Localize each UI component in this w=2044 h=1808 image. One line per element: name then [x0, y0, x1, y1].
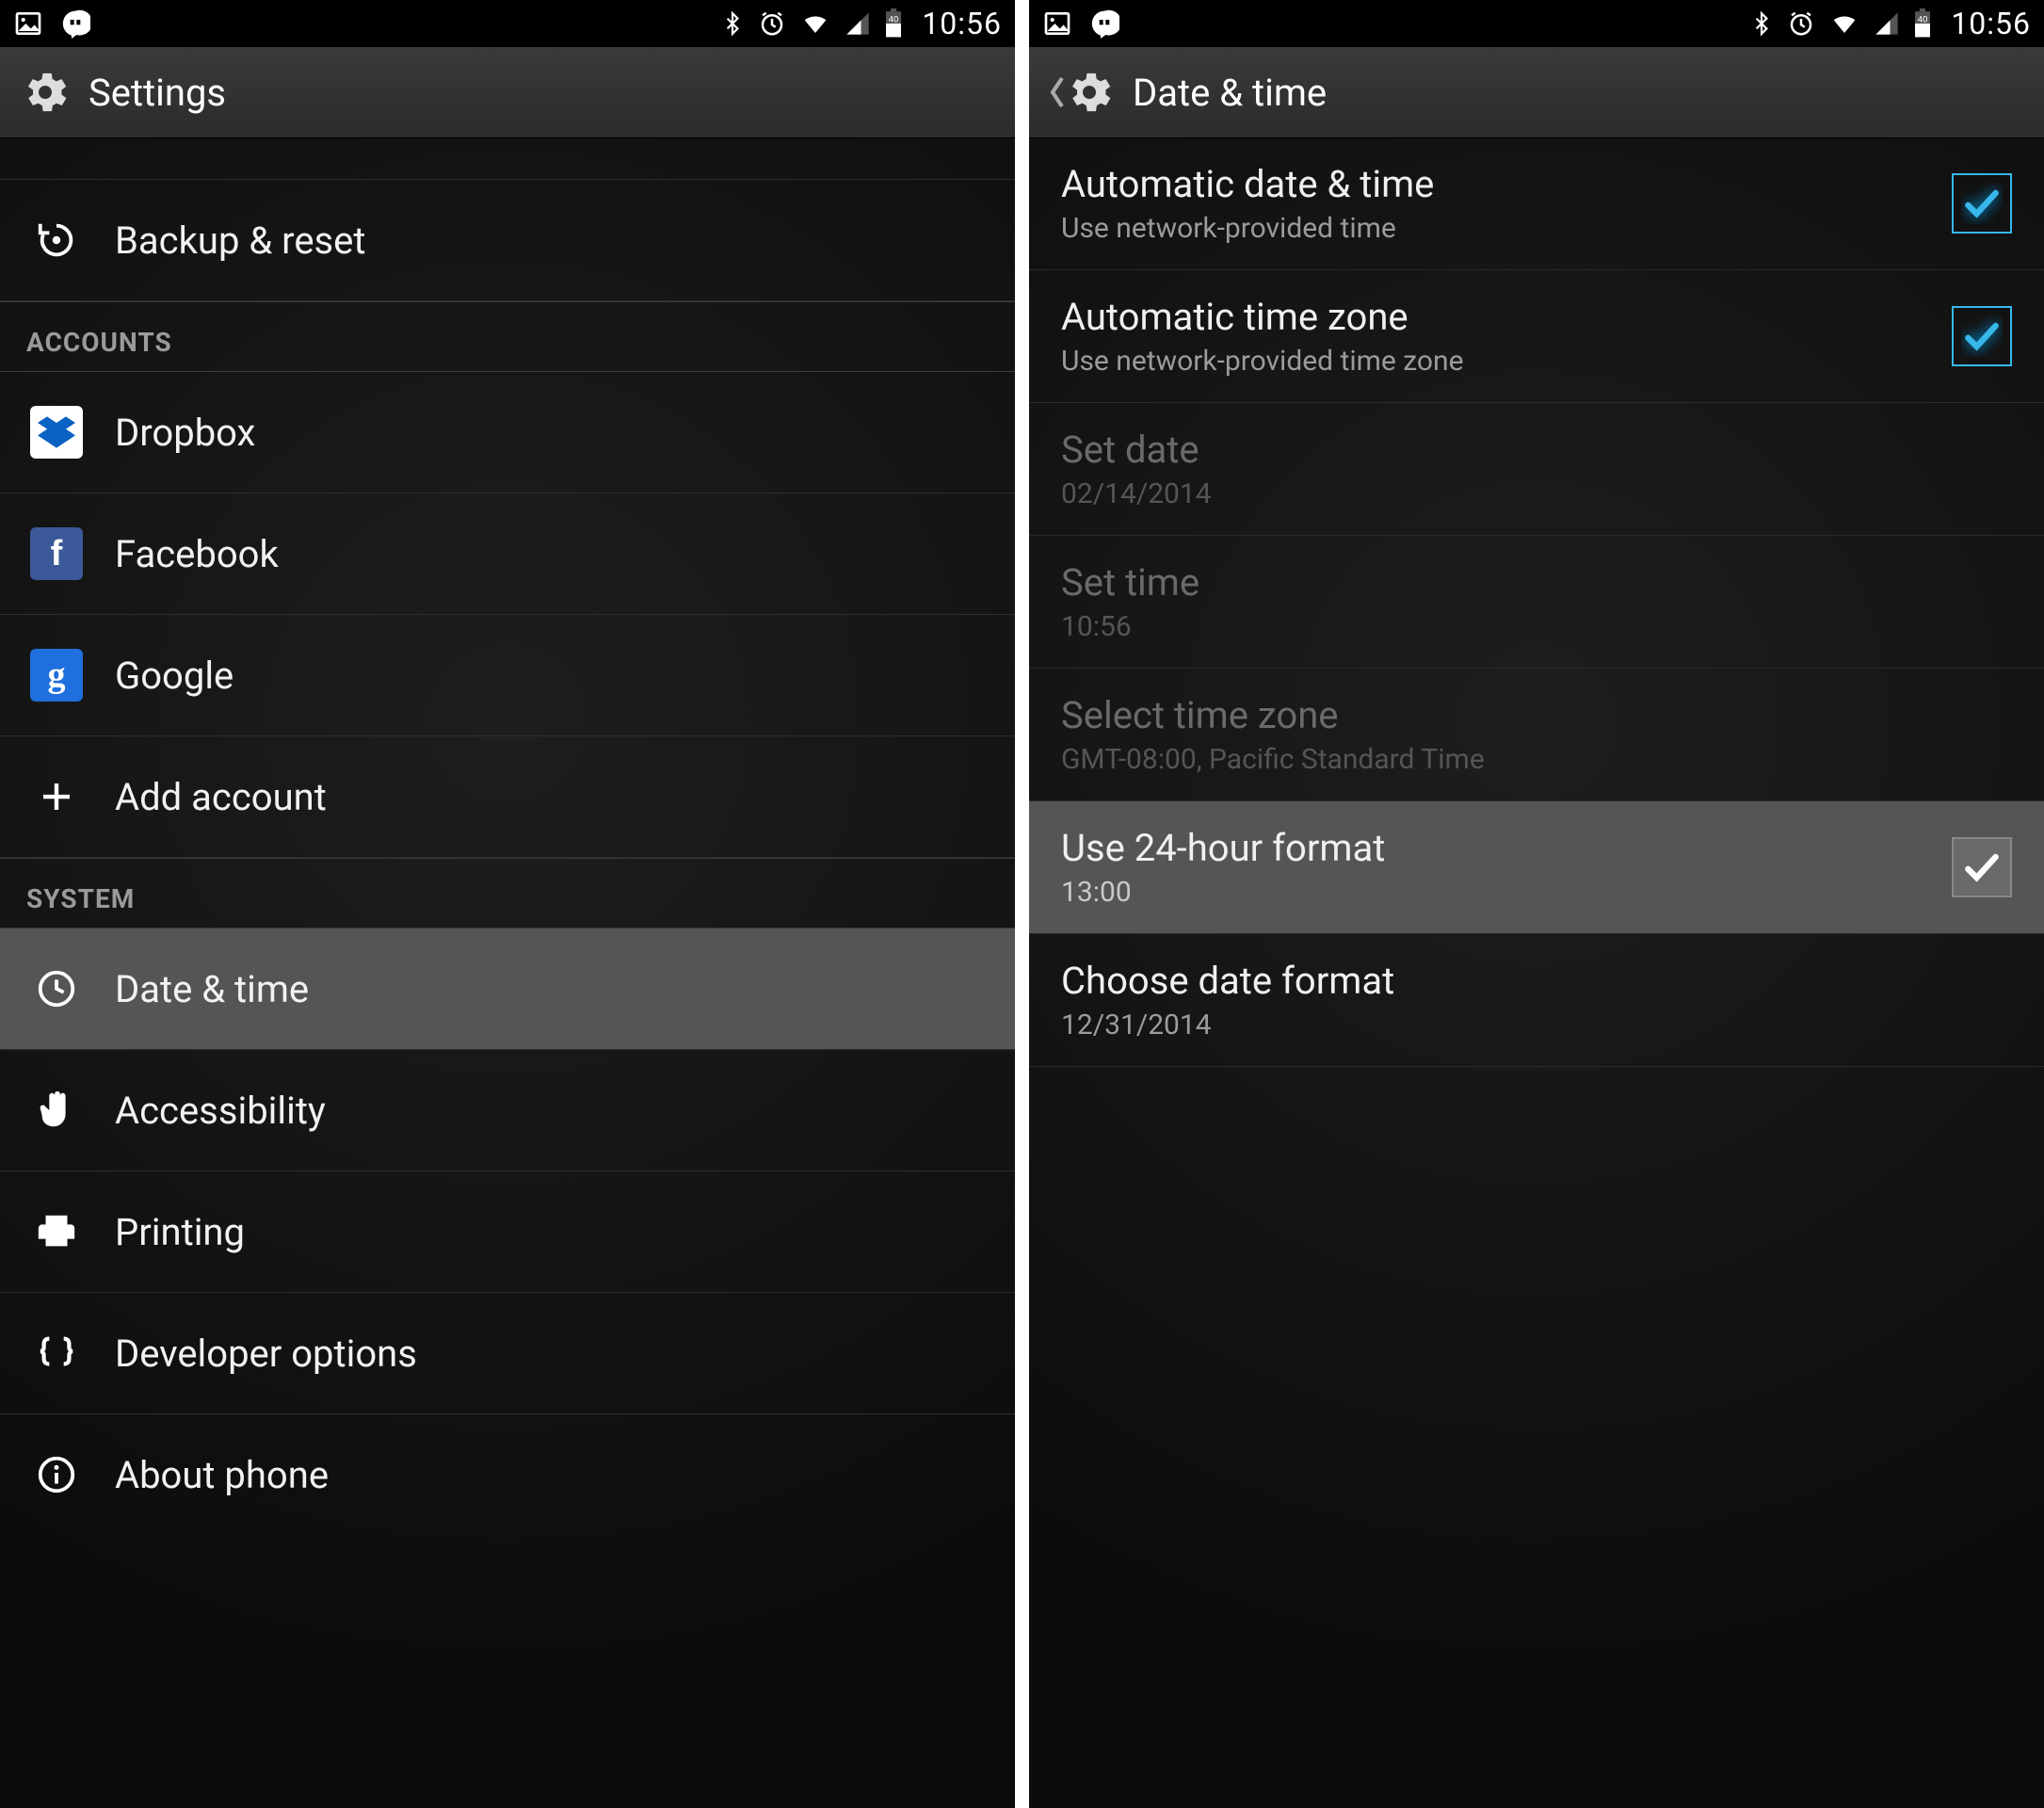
row-label: Accessibility — [115, 1089, 326, 1133]
row-add-account[interactable]: Add account — [0, 736, 1015, 858]
row-dropbox[interactable]: Dropbox — [0, 372, 1015, 493]
phone-settings: 40 10:56 Settings Backup & reset ACCOUNT… — [0, 0, 1015, 1808]
bluetooth-icon — [720, 8, 745, 39]
svg-text:40: 40 — [1918, 14, 1928, 24]
checkbox-auto-time-zone[interactable] — [1952, 306, 2012, 366]
row-auto-date-time[interactable]: Automatic date & time Use network-provid… — [1029, 137, 2044, 270]
section-accounts: ACCOUNTS — [0, 301, 1015, 372]
row-set-date: Set date 02/14/2014 — [1029, 403, 2044, 536]
settings-list[interactable]: Backup & reset ACCOUNTS Dropbox f Facebo… — [0, 137, 1015, 1808]
svg-text:40: 40 — [889, 14, 899, 24]
row-label: Dropbox — [115, 411, 255, 455]
row-about-phone[interactable]: About phone — [0, 1414, 1015, 1535]
row-label: Choose date format — [1061, 959, 1394, 1003]
info-icon — [26, 1453, 87, 1496]
row-sublabel: 13:00 — [1061, 876, 1385, 909]
wifi-icon — [1828, 9, 1860, 38]
picture-icon — [13, 8, 43, 39]
row-label: Automatic time zone — [1061, 295, 1464, 339]
row-label: Google — [115, 654, 233, 698]
row-label: About phone — [115, 1453, 329, 1497]
row-accessibility[interactable]: Accessibility — [0, 1050, 1015, 1171]
row-label: Developer options — [115, 1332, 417, 1376]
row-choose-date-format[interactable]: Choose date format 12/31/2014 — [1029, 934, 2044, 1067]
picture-icon — [1042, 8, 1072, 39]
status-bar: 40 10:56 — [1029, 0, 2044, 47]
row-sublabel: 10:56 — [1061, 610, 1199, 643]
clock-icon — [26, 967, 87, 1010]
row-label: Select time zone — [1061, 693, 1485, 737]
row-label: Facebook — [115, 532, 279, 576]
hand-icon — [26, 1089, 87, 1132]
battery-icon: 40 — [1913, 8, 1932, 39]
row-label: Automatic date & time — [1061, 162, 1434, 206]
row-label: Backup & reset — [115, 218, 365, 263]
alarm-icon — [758, 9, 786, 38]
datetime-list[interactable]: Automatic date & time Use network-provid… — [1029, 137, 2044, 1808]
settings-gear-icon — [19, 66, 72, 119]
braces-icon — [26, 1332, 87, 1375]
page-title: Settings — [89, 71, 226, 115]
row-sublabel: 12/31/2014 — [1061, 1009, 1394, 1041]
row-printing[interactable]: Printing — [0, 1171, 1015, 1293]
row-sublabel: GMT-08:00, Pacific Standard Time — [1061, 743, 1485, 776]
phone-date-time: 40 10:56 Date & time Automatic date & ti… — [1029, 0, 2044, 1808]
list-item[interactable] — [0, 137, 1015, 180]
bluetooth-icon — [1749, 8, 1774, 39]
row-label: Date & time — [115, 967, 309, 1011]
row-24-hour-format[interactable]: Use 24-hour format 13:00 — [1029, 801, 2044, 934]
action-bar: Settings — [0, 47, 1015, 138]
row-label: Set date — [1061, 428, 1212, 472]
row-developer-options[interactable]: Developer options — [0, 1293, 1015, 1414]
row-auto-time-zone[interactable]: Automatic time zone Use network-provided… — [1029, 270, 2044, 403]
cell-signal-icon — [1874, 10, 1900, 37]
row-label: Printing — [115, 1210, 245, 1254]
checkbox-auto-date-time[interactable] — [1952, 173, 2012, 234]
row-sublabel: Use network-provided time — [1061, 212, 1434, 245]
section-system: SYSTEM — [0, 858, 1015, 928]
restore-icon — [26, 218, 87, 262]
row-sublabel: 02/14/2014 — [1061, 477, 1212, 510]
wifi-icon — [799, 9, 831, 38]
printer-icon — [26, 1210, 87, 1253]
settings-gear-icon — [1063, 66, 1116, 119]
row-google[interactable]: g Google — [0, 615, 1015, 736]
row-label: Add account — [115, 775, 327, 819]
row-label: Use 24-hour format — [1061, 826, 1385, 870]
row-facebook[interactable]: f Facebook — [0, 493, 1015, 615]
row-set-time: Set time 10:56 — [1029, 536, 2044, 669]
checkbox-24-hour[interactable] — [1952, 837, 2012, 897]
status-time: 10:56 — [1951, 6, 2031, 41]
row-label: Set time — [1061, 560, 1199, 605]
hangouts-icon — [60, 8, 90, 39]
row-date-time[interactable]: Date & time — [0, 928, 1015, 1050]
row-backup-reset[interactable]: Backup & reset — [0, 180, 1015, 301]
status-time: 10:56 — [922, 6, 1002, 41]
facebook-icon: f — [26, 527, 87, 580]
alarm-icon — [1787, 9, 1815, 38]
row-select-time-zone: Select time zone GMT-08:00, Pacific Stan… — [1029, 669, 2044, 801]
cell-signal-icon — [845, 10, 871, 37]
page-title: Date & time — [1133, 71, 1327, 115]
plus-icon — [26, 777, 87, 816]
row-sublabel: Use network-provided time zone — [1061, 345, 1464, 378]
status-bar: 40 10:56 — [0, 0, 1015, 47]
google-icon: g — [26, 649, 87, 702]
hangouts-icon — [1089, 8, 1119, 39]
action-bar[interactable]: Date & time — [1029, 47, 2044, 138]
dropbox-icon — [26, 406, 87, 459]
battery-icon: 40 — [884, 8, 903, 39]
